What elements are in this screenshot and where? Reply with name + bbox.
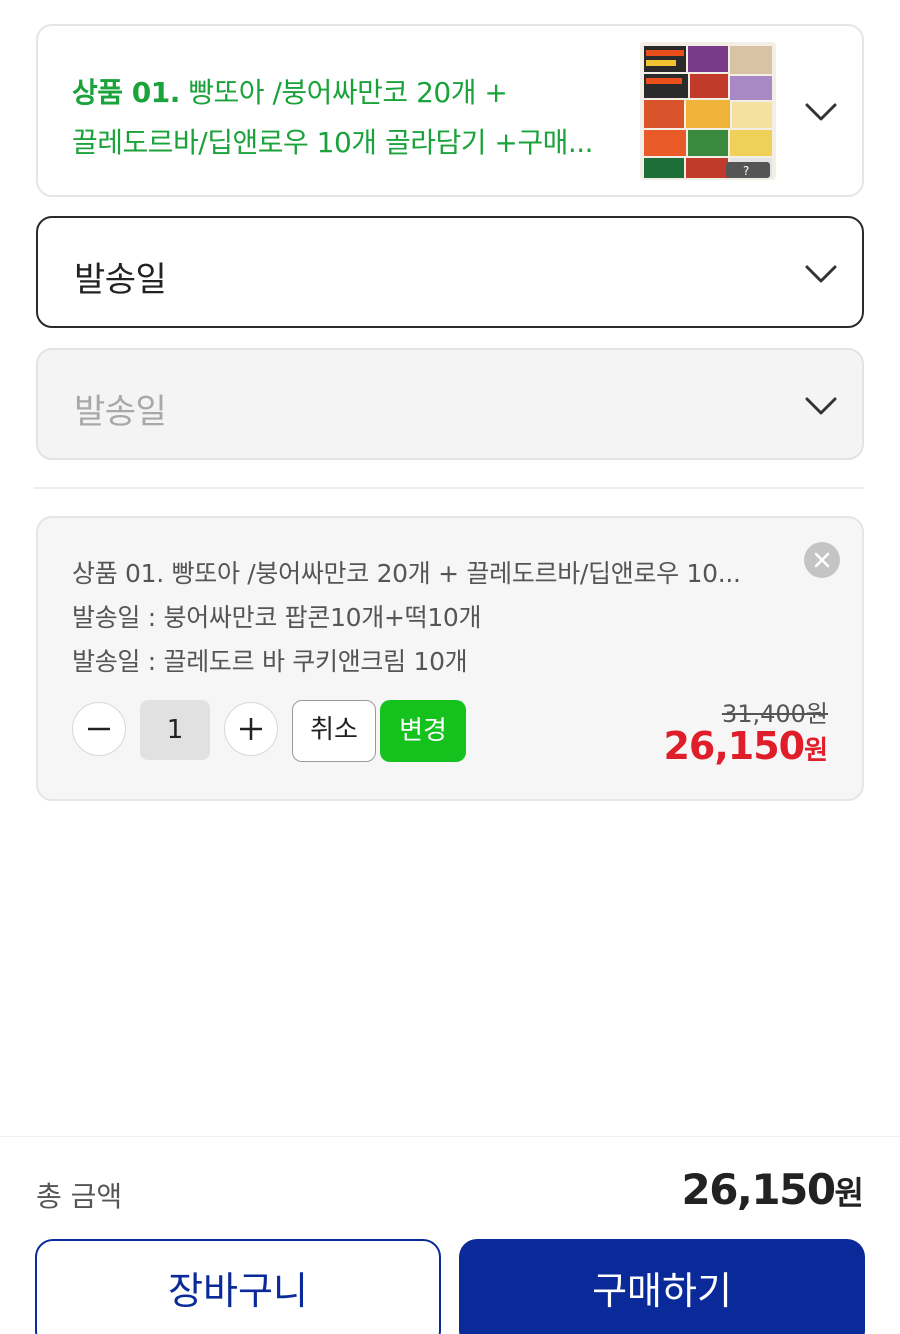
total-label: 총 금액 (36, 1180, 123, 1213)
close-icon (814, 552, 830, 568)
product-title-line2: 끌레도르바/딥앤로우 10개 골라담기 +구매... (72, 126, 594, 159)
svg-text:?: ? (743, 164, 749, 178)
selected-option-1: 발송일 : 붕어싸만코 팝콘10개+떡10개 (72, 603, 482, 632)
total-price-number: 26,150 (681, 1165, 836, 1214)
total-price: 26,150원 (681, 1165, 864, 1214)
quantity-value[interactable]: 1 (140, 700, 210, 760)
sale-price-number: 26,150 (663, 724, 805, 768)
product-title: 상품 01. 빵또아 /붕어싸만코 20개 + 끌레도르바/딥앤로우 10개 골… (72, 68, 612, 168)
chevron-down-icon (805, 265, 837, 283)
ship-date-label: 발송일 (74, 260, 167, 300)
selected-option-2: 발송일 : 끌레도르 바 쿠키앤크림 10개 (72, 647, 468, 676)
total-price-unit: 원 (834, 1174, 864, 1212)
ship-date-label: 발송일 (74, 392, 167, 432)
chevron-down-icon (805, 103, 837, 121)
chevron-down-icon (805, 397, 837, 415)
product-number: 상품 01. (72, 76, 180, 109)
add-to-cart-button[interactable]: 장바구니 (35, 1239, 441, 1334)
selected-item-card: 상품 01. 빵또아 /붕어싸만코 20개 + 끌레도르바/딥앤로우 10...… (36, 516, 864, 801)
divider (34, 487, 864, 489)
product-selector[interactable]: 상품 01. 빵또아 /붕어싸만코 20개 + 끌레도르바/딥앤로우 10개 골… (36, 24, 864, 197)
sale-price-unit: 원 (804, 736, 828, 766)
decrease-quantity-button[interactable] (72, 702, 126, 756)
sale-price: 26,150원 (663, 724, 828, 768)
minus-icon (88, 727, 110, 731)
ice-cream-assortment-image: ? (640, 42, 776, 180)
product-title-line1: 빵또아 /붕어싸만코 20개 + (179, 76, 508, 109)
ship-date-dropdown-2[interactable]: 발송일 (36, 348, 864, 460)
increase-quantity-button[interactable] (224, 702, 278, 756)
remove-item-button[interactable] (804, 542, 840, 578)
change-button[interactable]: 변경 (380, 700, 466, 762)
selected-item-title: 상품 01. 빵또아 /붕어싸만코 20개 + 끌레도르바/딥앤로우 10... (72, 559, 741, 588)
cancel-button[interactable]: 취소 (292, 700, 376, 762)
plus-icon (240, 718, 262, 740)
ship-date-dropdown-1[interactable]: 발송일 (36, 216, 864, 328)
bottom-purchase-bar: 총 금액 26,150원 장바구니 구매하기 (0, 1136, 900, 1334)
buy-now-button[interactable]: 구매하기 (459, 1239, 865, 1334)
